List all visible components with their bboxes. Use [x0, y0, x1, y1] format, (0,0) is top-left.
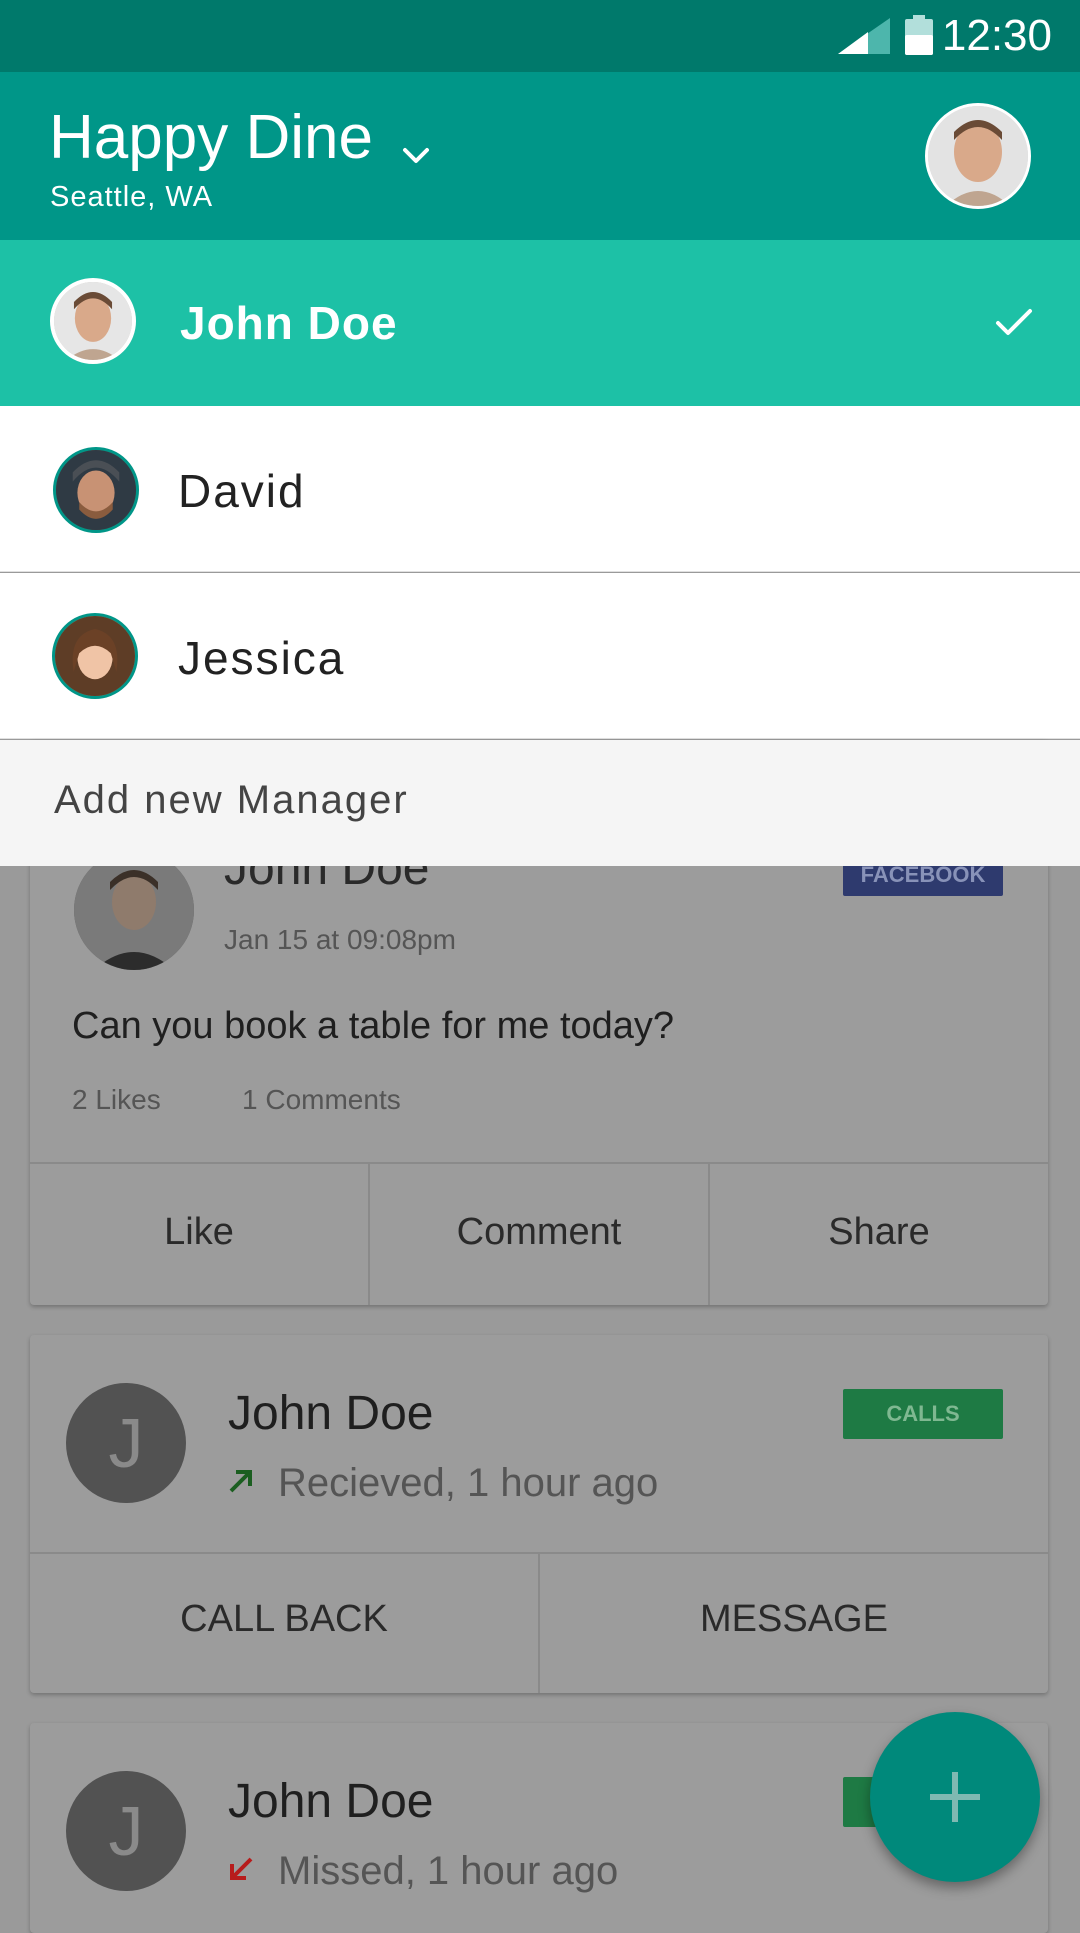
battery-icon — [905, 15, 933, 55]
manager-item-jessica[interactable] — [0, 573, 1080, 739]
divider — [30, 1162, 1048, 1164]
like-button[interactable]: Like — [30, 1210, 368, 1254]
manager-avatar-john — [50, 278, 136, 364]
post-text: Can you book a table for me today? — [72, 1005, 675, 1047]
manager-name: Jessica — [178, 632, 346, 684]
author-avatar — [74, 850, 194, 970]
message-button[interactable]: MESSAGE — [540, 1597, 1048, 1641]
calls-badge: CALLS — [843, 1389, 1003, 1439]
status-time: 12:30 — [941, 11, 1052, 60]
contact-avatar: J — [66, 1771, 186, 1891]
face-icon — [74, 850, 194, 970]
call-back-button[interactable]: CALL BACK — [30, 1597, 538, 1641]
manager-item-david[interactable] — [0, 406, 1080, 572]
likes-count: 2 Likes — [72, 1084, 161, 1115]
caller-name: John Doe — [228, 1387, 434, 1440]
face-icon — [54, 282, 132, 360]
manager-name: John Doe — [180, 297, 398, 349]
comments-count: 1 Comments — [242, 1084, 401, 1115]
face-icon — [55, 616, 135, 696]
restaurant-title[interactable]: Happy Dine — [49, 104, 373, 172]
manager-item-selected[interactable] — [0, 240, 1080, 406]
arrow-up-right-icon — [229, 1470, 252, 1493]
share-button[interactable]: Share — [710, 1210, 1048, 1254]
chevron-down-icon[interactable] — [398, 138, 434, 174]
add-fab-button[interactable] — [870, 1712, 1040, 1882]
call-status: Recieved, 1 hour ago — [278, 1461, 659, 1505]
manager-name: David — [178, 465, 306, 517]
arrow-down-left-icon — [230, 1857, 253, 1880]
manager-avatar-jessica — [52, 613, 138, 699]
signal-icon — [838, 18, 890, 54]
status-bar: 12:30 — [0, 0, 1080, 72]
check-icon — [996, 309, 1032, 335]
restaurant-location: Seattle, WA — [50, 181, 214, 213]
face-icon — [928, 106, 1028, 206]
manager-avatar-david — [53, 447, 139, 533]
contact-avatar: J — [66, 1383, 186, 1503]
add-manager-label: Add new Manager — [54, 778, 409, 822]
post-date: Jan 15 at 09:08pm — [224, 924, 456, 955]
comment-button[interactable]: Comment — [370, 1210, 708, 1254]
face-icon — [56, 450, 136, 530]
caller-name: John Doe — [228, 1775, 434, 1828]
profile-avatar[interactable] — [925, 103, 1031, 209]
plus-icon — [930, 1772, 980, 1822]
call-status: Missed, 1 hour ago — [278, 1849, 619, 1893]
